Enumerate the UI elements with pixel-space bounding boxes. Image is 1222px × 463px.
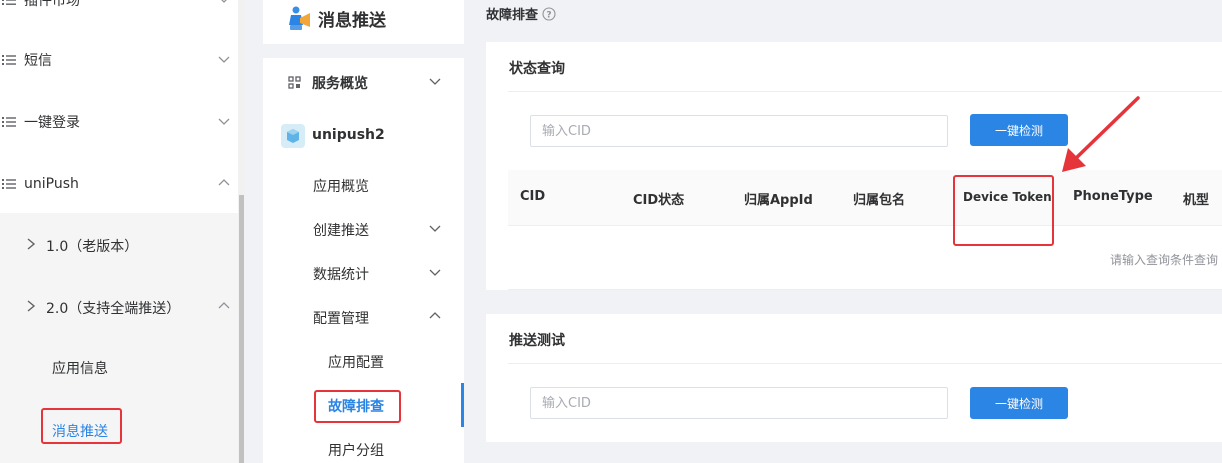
nav-item-config-management[interactable]: 配置管理 (263, 297, 464, 337)
highlight-box (953, 175, 1054, 246)
nav-item-label: 配置管理 (313, 311, 369, 327)
sidebar-item-sms[interactable]: 短信 (0, 40, 238, 80)
nav-item-label: 数据统计 (313, 267, 369, 283)
sidebar-subitem-label: 2.0（支持全端推送） (46, 301, 181, 317)
sidebar-leaf-label: 应用信息 (52, 361, 108, 377)
highlight-box (314, 390, 401, 423)
nav-item-user-groups[interactable]: 用户分组 (263, 429, 464, 463)
nav-item-label: 应用配置 (328, 355, 384, 371)
sidebar-item-label: uniPush (24, 176, 79, 192)
nav-item-create-push[interactable]: 创建推送 (263, 209, 464, 249)
chevron-down-icon (218, 118, 230, 125)
nav-item-app-config[interactable]: 应用配置 (263, 341, 464, 381)
red-arrow-annotation (1062, 96, 1140, 172)
console-sidebar: 插件市场 短信 一键登录 uniPush 1.0（老版本） 2.0（支持全端推送… (0, 0, 245, 463)
active-indicator (461, 383, 464, 427)
chevron-down-icon (429, 269, 441, 276)
column-header: CID (520, 189, 546, 204)
chevron-right-icon (27, 300, 36, 312)
chevron-up-icon (429, 312, 441, 319)
list-icon (2, 179, 16, 189)
check-button[interactable]: 一键检测 (970, 114, 1068, 146)
sidebar-leaf-app-info[interactable]: 应用信息 (0, 347, 238, 387)
divider (508, 363, 1222, 364)
nav-item-overview[interactable]: 服务概览 (263, 62, 464, 102)
divider (508, 91, 1222, 92)
sidebar-item-label: 一键登录 (24, 115, 80, 131)
scrollbar-thumb[interactable] (239, 195, 244, 463)
column-header: 机型 (1183, 193, 1210, 208)
push-test-card: 推送测试 一键检测 (486, 314, 1222, 442)
sidebar-scrollbar[interactable] (238, 0, 245, 463)
card-title: 推送测试 (509, 333, 565, 349)
chevron-down-icon (218, 56, 230, 63)
sidebar-subitem-v1[interactable]: 1.0（老版本） (0, 225, 238, 265)
sidebar-subitem-label: 1.0（老版本） (46, 239, 139, 255)
push-logo-icon (289, 6, 310, 30)
service-header: 消息推送 (263, 0, 464, 44)
empty-state-text: 请输入查询条件查询 (1109, 253, 1218, 267)
list-icon (2, 0, 16, 5)
svg-text:?: ? (546, 10, 551, 20)
nav-app-label: unipush2 (312, 127, 385, 143)
help-icon[interactable]: ? (542, 6, 556, 21)
sidebar-item-label: 插件市场 (24, 0, 80, 9)
column-header: 归属AppId (744, 193, 813, 208)
list-icon (2, 55, 16, 65)
sidebar-subitem-v2[interactable]: 2.0（支持全端推送） (0, 287, 238, 327)
table-header: CID CID状态 归属AppId 归属包名 Device Token Phon… (508, 170, 1222, 226)
chevron-down-icon (429, 78, 441, 85)
nav-item-app-overview[interactable]: 应用概览 (263, 165, 464, 205)
sidebar-item-plugin-market[interactable]: 插件市场 (0, 0, 238, 20)
check-button[interactable]: 一键检测 (970, 387, 1068, 419)
sidebar-item-one-click-login[interactable]: 一键登录 (0, 102, 238, 142)
nav-item-statistics[interactable]: 数据统计 (263, 253, 464, 293)
column-header: 归属包名 (853, 193, 906, 208)
cube-icon (281, 124, 305, 148)
chevron-right-icon (27, 238, 36, 250)
highlight-box (41, 408, 122, 444)
chevron-down-icon (429, 225, 441, 232)
chevron-down-icon (221, 0, 227, 3)
nav-item-label: 服务概览 (312, 76, 368, 92)
service-title: 消息推送 (318, 11, 386, 31)
nav-item-label: 创建推送 (313, 223, 369, 239)
sidebar-item-label: 短信 (24, 53, 52, 69)
chevron-up-icon (218, 179, 230, 186)
nav-app-unipush2[interactable]: unipush2 (263, 116, 464, 156)
list-icon (2, 117, 16, 127)
page-title: 故障排查 ? (486, 4, 556, 23)
cid-input[interactable] (530, 387, 948, 419)
page-title-text: 故障排查 (486, 8, 539, 23)
divider (508, 289, 1222, 290)
sidebar-item-unipush[interactable]: uniPush (0, 164, 238, 204)
divider (263, 44, 464, 58)
nav-item-label: 用户分组 (328, 443, 384, 459)
column-header: CID状态 (633, 193, 685, 208)
cid-input[interactable] (530, 115, 948, 147)
chevron-up-icon (218, 302, 230, 309)
grid-icon (288, 76, 301, 89)
card-title: 状态查询 (509, 61, 565, 77)
nav-item-label: 应用概览 (313, 179, 369, 195)
column-header: PhoneType (1073, 189, 1153, 204)
